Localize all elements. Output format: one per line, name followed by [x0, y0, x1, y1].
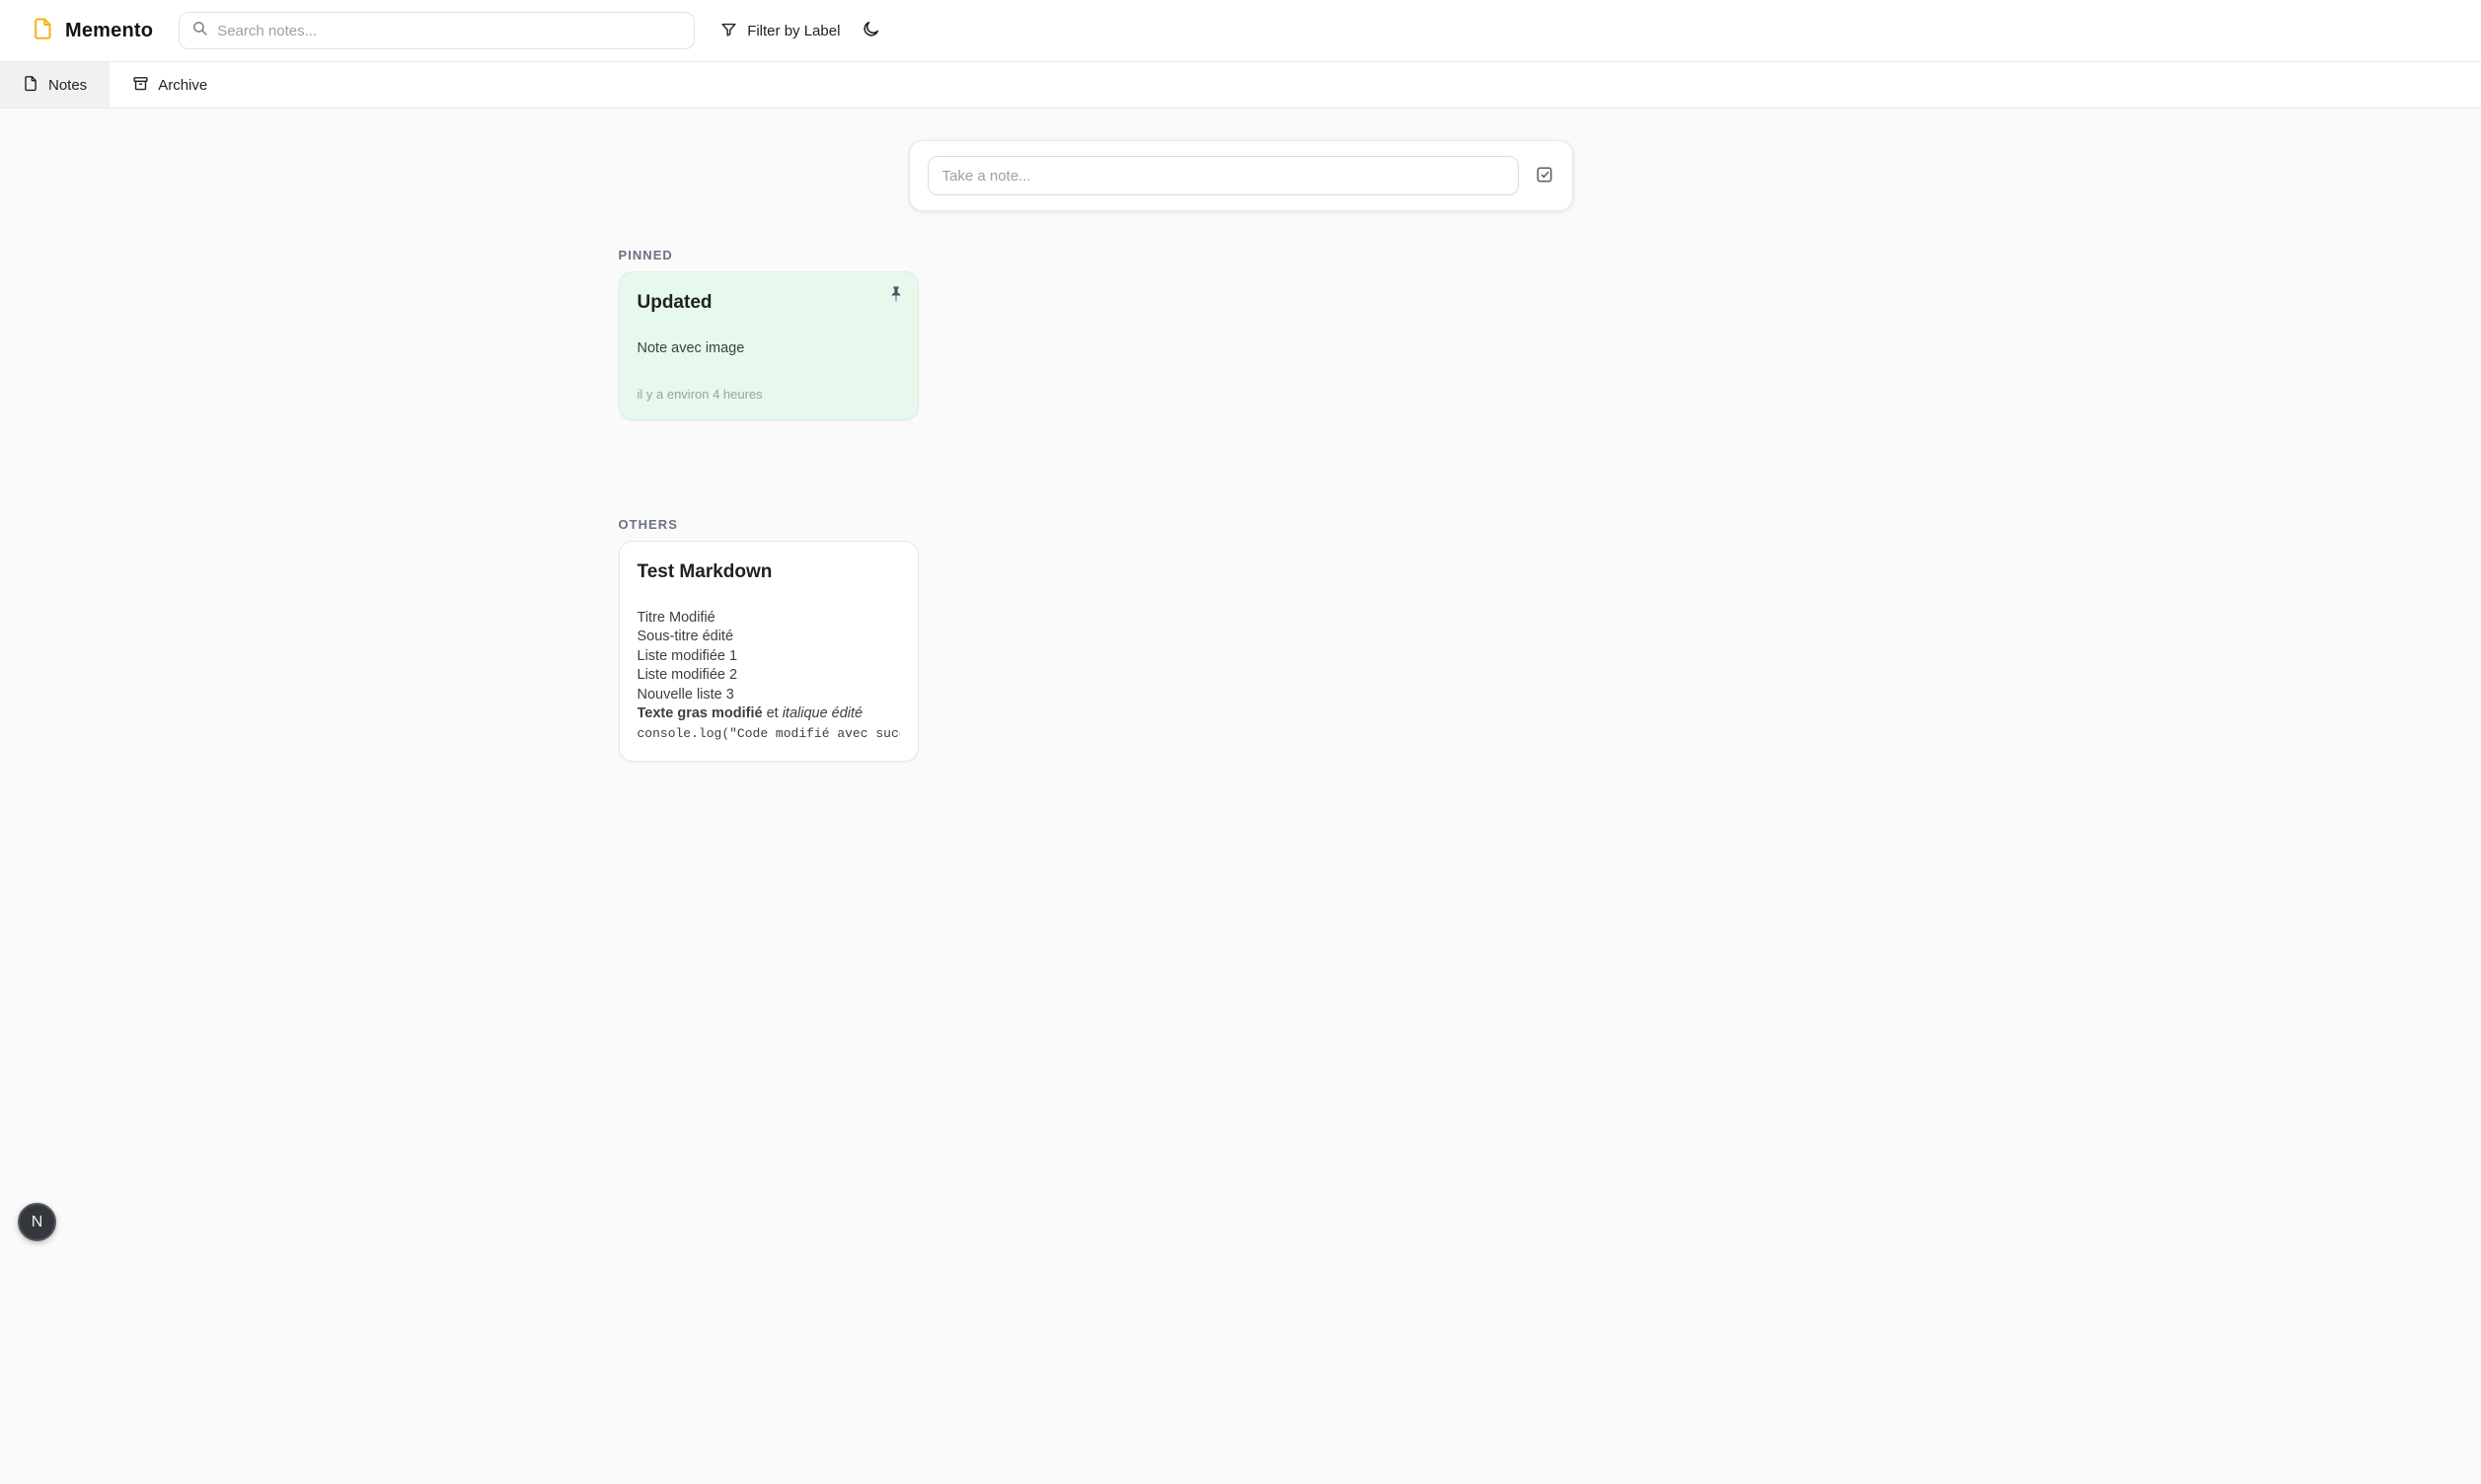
tab-bar: Notes Archive: [0, 62, 2481, 109]
checkbox-icon: [1535, 165, 1554, 187]
notes-grid: Test Markdown Titre ModifiéSous-titre édi…: [619, 541, 1863, 763]
search-box[interactable]: [179, 12, 695, 49]
notes-main: PINNED Updated Note avec image il y a envi…: [619, 140, 1863, 762]
note-icon: [23, 75, 39, 96]
new-checklist-button[interactable]: [1535, 165, 1554, 187]
note-title: Test Markdown: [638, 559, 900, 585]
search-input[interactable]: [217, 23, 682, 39]
others-section: OTHERS Test Markdown Titre ModifiéSous-ti…: [619, 517, 1863, 763]
pin-icon[interactable]: [887, 285, 905, 303]
note-card-test-markdown[interactable]: Test Markdown Titre ModifiéSous-titre édi…: [619, 541, 919, 763]
moon-icon: [862, 20, 880, 41]
archive-icon: [132, 75, 149, 96]
filter-funnel-icon: [720, 21, 737, 41]
app-header: Memento Filter by Label: [0, 0, 2481, 62]
note-text: Note avec image: [638, 339, 900, 359]
tab-notes-label: Notes: [48, 77, 87, 94]
pinned-cards: Updated Note avec image il y a environ 4 h…: [619, 271, 1863, 420]
take-a-note-input[interactable]: [928, 156, 1519, 195]
filter-by-label-text: Filter by Label: [747, 23, 840, 39]
note-content: Titre ModifiéSous-titre éditéListe modif…: [638, 609, 900, 744]
search-icon: [191, 20, 208, 41]
pinned-label: PINNED: [619, 248, 1863, 262]
app-logo-icon: [32, 17, 55, 45]
app-title: Memento: [65, 20, 153, 42]
note-timestamp: il y a environ 4 heures: [638, 387, 900, 402]
filter-by-label-button[interactable]: Filter by Label: [720, 21, 840, 41]
tab-notes[interactable]: Notes: [0, 62, 110, 108]
user-avatar-button[interactable]: N: [18, 1203, 56, 1241]
dark-mode-toggle[interactable]: [862, 20, 880, 41]
others-label: OTHERS: [619, 517, 1863, 532]
note-title: Updated: [638, 290, 900, 316]
note-card-updated[interactable]: Updated Note avec image il y a environ 4 h…: [619, 271, 919, 420]
note-composer[interactable]: [909, 140, 1573, 211]
app-brand: Memento: [32, 17, 153, 45]
tab-archive-label: Archive: [158, 77, 207, 94]
tab-archive[interactable]: Archive: [110, 62, 230, 108]
pinned-section: PINNED Updated Note avec image il y a envi…: [619, 248, 1863, 420]
